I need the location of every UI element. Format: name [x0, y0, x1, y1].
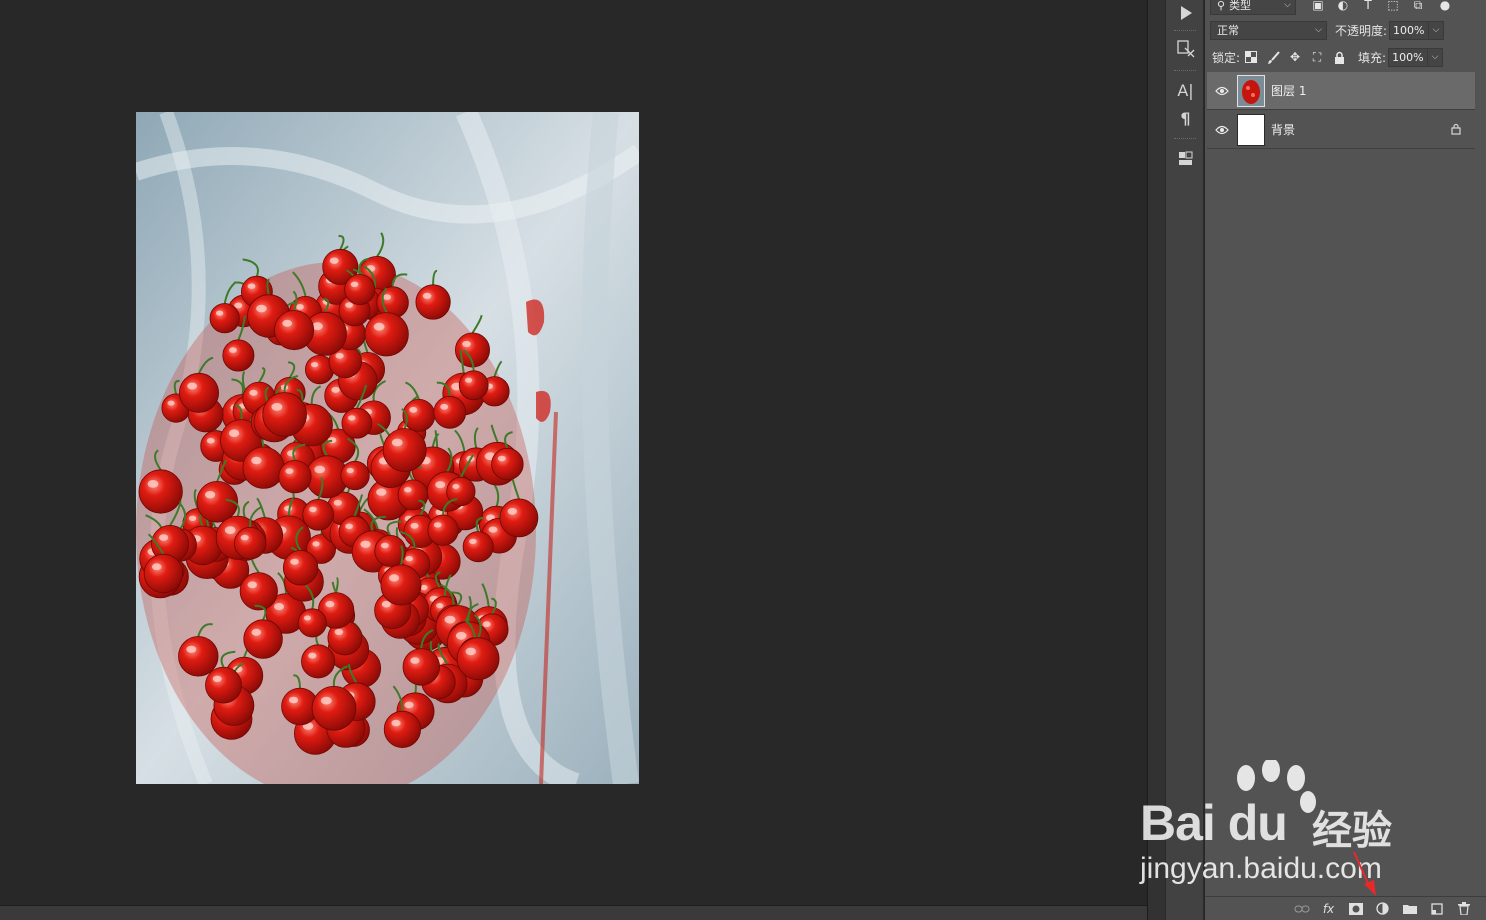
dock-separator: [1174, 70, 1196, 72]
layer-thumbnail[interactable]: [1237, 113, 1265, 146]
panel-divider[interactable]: [1147, 0, 1165, 920]
lock-paint-icon[interactable]: [1265, 49, 1281, 65]
play-icon[interactable]: [1166, 0, 1205, 26]
chevron-down-icon: ⌵: [1315, 24, 1322, 35]
lock-all-icon[interactable]: [1331, 49, 1347, 65]
filter-kind-select[interactable]: ⚲ 类型 ⌵: [1210, 0, 1296, 15]
blend-opacity-row: 正常 ⌵ 不透明度: 100% ⌵: [1205, 17, 1486, 43]
filter-toggle-icon[interactable]: ●: [1437, 0, 1453, 13]
new-group-icon[interactable]: [1401, 900, 1418, 917]
lock-fill-row: 锁定: ✥ ⛶ 填充: 100% ⌵: [1205, 44, 1486, 70]
document-canvas[interactable]: [0, 0, 1147, 905]
layer-filter-row: ⚲ 类型 ⌵ ▣ ◐ T ⬚ ⧉ ●: [1205, 0, 1486, 18]
cherries-image: [136, 112, 639, 784]
cherries-photo[interactable]: [136, 112, 639, 784]
canvas-scrollbar[interactable]: [0, 905, 1147, 920]
lock-transparency-icon[interactable]: [1243, 49, 1259, 65]
opacity-dropdown-button[interactable]: ⌵: [1429, 20, 1445, 40]
add-mask-icon[interactable]: [1347, 900, 1364, 917]
character-icon[interactable]: A|: [1166, 77, 1205, 103]
fx-icon[interactable]: fx: [1320, 900, 1337, 917]
lock-label: 锁定:: [1212, 50, 1241, 65]
blend-mode-value: 正常: [1217, 24, 1239, 37]
layer-thumbnail[interactable]: [1237, 74, 1265, 107]
search-icon: ⚲: [1217, 0, 1226, 12]
annotation-arrow-icon: [1353, 851, 1376, 896]
adjustment-layer-icon[interactable]: [1374, 900, 1391, 917]
paragraph-icon[interactable]: ¶: [1166, 105, 1205, 131]
brush-preset-icon[interactable]: [1166, 36, 1205, 62]
opacity-label: 不透明度:: [1335, 23, 1388, 38]
link-layers-icon[interactable]: [1293, 900, 1310, 917]
layers-panel: ⚲ 类型 ⌵ ▣ ◐ T ⬚ ⧉ ● 正常 ⌵ 不透明度: 100% ⌵ 锁定:…: [1205, 0, 1486, 920]
layer-row[interactable]: 背景: [1207, 111, 1475, 149]
delete-icon[interactable]: [1455, 900, 1472, 917]
dock-separator: [1174, 30, 1196, 32]
filter-pixel-icon[interactable]: ▣: [1310, 0, 1326, 13]
dock-separator: [1174, 138, 1196, 140]
visibility-eye-icon[interactable]: [1207, 86, 1237, 96]
filter-shape-icon[interactable]: ⬚: [1385, 0, 1401, 13]
collapsed-panel-dock: A| ¶: [1165, 0, 1204, 920]
chevron-down-icon: ⌵: [1284, 0, 1291, 10]
lock-icon[interactable]: [1451, 123, 1461, 138]
fill-label: 填充:: [1358, 50, 1387, 65]
fill-input[interactable]: 100%: [1388, 47, 1429, 67]
layer-row[interactable]: 图层 1: [1207, 72, 1475, 110]
filter-type-icon[interactable]: T: [1360, 0, 1376, 13]
3d-icon[interactable]: [1166, 145, 1205, 171]
filter-smartobject-icon[interactable]: ⧉: [1410, 0, 1426, 13]
layer-name[interactable]: 图层 1: [1271, 82, 1306, 99]
opacity-input[interactable]: 100%: [1389, 20, 1430, 40]
filter-kind-label: 类型: [1229, 0, 1252, 12]
new-layer-icon[interactable]: [1428, 900, 1445, 917]
visibility-eye-icon[interactable]: [1207, 125, 1237, 135]
layers-panel-footer: fx: [1205, 896, 1486, 920]
lock-position-icon[interactable]: ✥: [1287, 49, 1303, 65]
layer-name[interactable]: 背景: [1271, 121, 1295, 138]
blend-mode-select[interactable]: 正常 ⌵: [1210, 20, 1327, 40]
fill-dropdown-button[interactable]: ⌵: [1428, 47, 1444, 67]
filter-adjustment-icon[interactable]: ◐: [1335, 0, 1351, 13]
lock-artboard-icon[interactable]: ⛶: [1309, 49, 1325, 65]
